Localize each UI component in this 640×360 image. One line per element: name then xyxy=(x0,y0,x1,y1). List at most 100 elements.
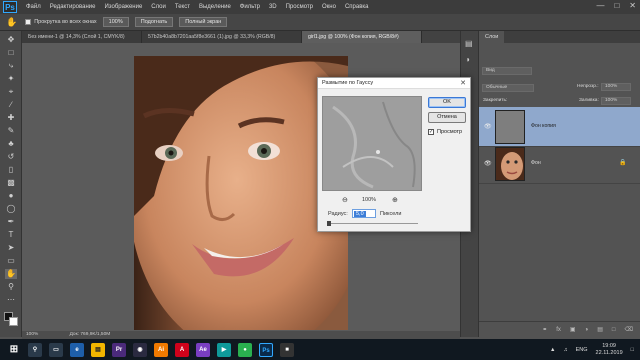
task-view-icon[interactable]: ▭ xyxy=(49,342,63,357)
more-tools-icon[interactable]: ⋯ xyxy=(5,295,17,305)
tab-layers[interactable]: Слои xyxy=(479,31,505,43)
close-icon[interactable]: ✕ xyxy=(460,78,466,89)
chrome-icon[interactable]: ◉ xyxy=(133,342,147,357)
notifications-icon[interactable]: □ xyxy=(631,347,634,353)
adjustment-icon[interactable]: ◑ xyxy=(585,327,589,333)
background-color-swatch[interactable] xyxy=(9,317,18,326)
edge-icon[interactable]: e xyxy=(70,342,84,357)
illustrator-icon[interactable]: Ai xyxy=(154,342,168,357)
crop-tool-icon[interactable]: ⌖ xyxy=(5,87,17,97)
opacity-field[interactable]: 100% xyxy=(601,83,631,91)
after-effects-icon[interactable]: Ae xyxy=(196,342,210,357)
zoom-out-icon[interactable]: ⊖ xyxy=(342,196,348,204)
preview-label: Просмотр xyxy=(437,129,463,135)
photoshop-taskbar-icon[interactable]: Ps xyxy=(259,342,273,357)
menu-3d[interactable]: 3D xyxy=(269,4,277,10)
maximize-icon[interactable]: □ xyxy=(614,1,619,10)
menu-edit[interactable]: Редактирование xyxy=(50,4,96,10)
camera-icon[interactable]: ■ xyxy=(280,342,294,357)
network-icon[interactable]: ▲ xyxy=(550,347,555,353)
tab-untitled[interactable]: Без имени-1 @ 14,3% (Слой 1, CMYK/8) xyxy=(22,31,142,43)
volume-icon[interactable]: ♫ xyxy=(564,347,568,353)
move-tool-icon[interactable]: ✥ xyxy=(5,35,17,45)
photoshop-logo: Ps xyxy=(3,1,17,13)
lasso-tool-icon[interactable]: ⤷ xyxy=(5,61,17,71)
blur-preview[interactable] xyxy=(322,96,422,191)
layers-panel: Слои Вид Обычные Непрозр.: 100% Закрепит… xyxy=(478,31,640,337)
blend-mode-select[interactable]: Обычные xyxy=(482,84,534,92)
pen-tool-icon[interactable]: ✒ xyxy=(5,217,17,227)
type-tool-icon[interactable]: T xyxy=(5,230,17,240)
history-panel-icon[interactable]: ▤ xyxy=(465,39,475,49)
eye-icon[interactable]: 👁 xyxy=(484,123,492,130)
zoom-in-icon[interactable]: ⊕ xyxy=(392,196,398,204)
preview-checkbox[interactable]: ✓ xyxy=(428,129,434,135)
scroll-all-checkbox[interactable] xyxy=(25,19,32,25)
fx-icon[interactable]: fx xyxy=(556,327,561,333)
eye-icon[interactable]: 👁 xyxy=(484,160,492,167)
quick-select-icon[interactable]: ✦ xyxy=(5,74,17,84)
menu-help[interactable]: Справка xyxy=(345,4,369,10)
acrobat-icon[interactable]: A xyxy=(175,342,189,357)
eyedropper-icon[interactable]: ∕ xyxy=(5,100,17,110)
scroll-all-label: Прокрутка во всех окнах xyxy=(34,19,97,25)
ok-button[interactable]: OK xyxy=(428,97,466,108)
explorer-icon[interactable]: ▤ xyxy=(91,342,105,357)
stamp-tool-icon[interactable]: ♣ xyxy=(5,139,17,149)
path-select-icon[interactable]: ➤ xyxy=(5,243,17,253)
menu-select[interactable]: Выделение xyxy=(199,4,231,10)
menu-view[interactable]: Просмотр xyxy=(286,4,313,10)
history-brush-icon[interactable]: ↺ xyxy=(5,152,17,162)
blur-tool-icon[interactable]: ● xyxy=(5,191,17,201)
menu-image[interactable]: Изображение xyxy=(104,4,142,10)
healing-brush-icon[interactable]: ✚ xyxy=(5,113,17,123)
tab-57b2[interactable]: 57b2b40a8b7201aa5f8e3661 (1).jpg @ 33,3%… xyxy=(142,31,302,43)
clock[interactable]: 19:09 22.11.2019 xyxy=(596,343,623,357)
fill-field[interactable]: 100% xyxy=(601,97,631,105)
hand-tool-icon[interactable]: ✋ xyxy=(5,269,17,279)
folder-icon[interactable]: ▤ xyxy=(597,326,603,333)
menu-file[interactable]: Файл xyxy=(26,4,41,10)
minimize-icon[interactable]: — xyxy=(596,1,604,10)
gradient-tool-icon[interactable]: ▩ xyxy=(5,178,17,188)
zoom-100-button[interactable]: 100% xyxy=(102,17,129,27)
link-icon[interactable]: ⚭ xyxy=(542,326,547,333)
menu-window[interactable]: Окно xyxy=(322,4,336,10)
layer-kind-filter[interactable]: Вид xyxy=(482,67,532,75)
units-label: Пиксели xyxy=(380,211,402,217)
eraser-tool-icon[interactable]: ▯ xyxy=(5,165,17,175)
app-icon[interactable]: ● xyxy=(238,342,252,357)
fit-screen-button[interactable]: Подогнать xyxy=(134,17,174,27)
marquee-tool-icon[interactable]: □ xyxy=(5,48,17,58)
mask-icon[interactable]: ▣ xyxy=(570,326,576,333)
layer-row-background[interactable]: 👁 Фон 🔒 xyxy=(479,144,640,184)
layer-row-background-copy[interactable]: 👁 Фон копия xyxy=(479,107,640,147)
status-zoom[interactable]: 100% xyxy=(26,332,38,337)
search-icon[interactable]: ⚲ xyxy=(28,342,42,357)
zoom-tool-icon[interactable]: ⚲ xyxy=(5,282,17,292)
menu-layers[interactable]: Слои xyxy=(151,4,166,10)
shape-tool-icon[interactable]: ▭ xyxy=(5,256,17,266)
cancel-button[interactable]: Отмена xyxy=(428,112,466,123)
trash-icon[interactable]: ⌫ xyxy=(625,326,633,333)
photo-canvas[interactable] xyxy=(134,56,348,330)
radius-slider-track[interactable] xyxy=(328,223,418,224)
fullscreen-button[interactable]: Полный экран xyxy=(179,17,228,27)
new-layer-icon[interactable]: □ xyxy=(612,327,616,333)
layers-panel-tabs: Слои xyxy=(479,31,640,43)
close-icon[interactable]: ✕ xyxy=(629,1,636,10)
menu-filter[interactable]: Фильтр xyxy=(240,4,260,10)
radius-slider-handle[interactable] xyxy=(327,221,331,226)
layer-thumbnail xyxy=(495,110,525,144)
adjustments-panel-icon[interactable]: ◑ xyxy=(465,55,475,65)
premiere-icon[interactable]: Pr xyxy=(112,342,126,357)
fill-label: Заливка: xyxy=(579,98,599,103)
dodge-tool-icon[interactable]: ◯ xyxy=(5,204,17,214)
radius-input[interactable]: 5,0 xyxy=(352,209,376,218)
tab-girl1[interactable]: girl1.jpg @ 100% (Фон копия, RGB/8#) xyxy=(302,31,422,43)
language-indicator[interactable]: ENG xyxy=(576,347,588,353)
media-icon[interactable]: ▶ xyxy=(217,342,231,357)
windows-start-icon[interactable]: ⊞ xyxy=(7,343,21,357)
brush-tool-icon[interactable]: ✎ xyxy=(5,126,17,136)
menu-text[interactable]: Текст xyxy=(175,4,190,10)
